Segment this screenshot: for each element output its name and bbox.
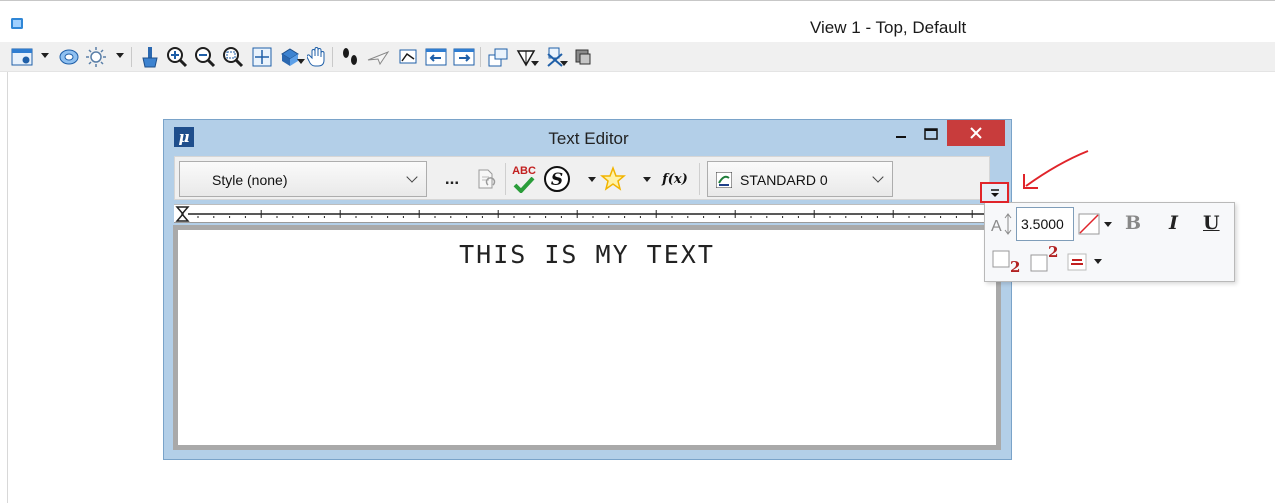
spell-check-label: ABC [512, 164, 536, 177]
clip-volume-dropdown-icon[interactable] [531, 61, 539, 66]
copy-style-icon[interactable] [471, 164, 501, 194]
view-title: View 1 - Top, Default [810, 18, 967, 37]
brightness-icon[interactable] [84, 45, 108, 69]
text-height-input[interactable]: 3.5000 [1016, 207, 1074, 241]
text-style-combo[interactable]: Style (none) [179, 161, 427, 197]
zoom-out-icon[interactable] [193, 45, 217, 69]
toolbar-separator [699, 163, 700, 195]
text-style-value: Style (none) [212, 172, 288, 188]
favorites-star-icon[interactable] [598, 164, 628, 194]
font-type-icon [716, 172, 732, 188]
subscript-digit: 2 [1010, 258, 1021, 276]
maximize-icon [924, 128, 938, 140]
toolbar-separator [480, 47, 481, 67]
svg-text:A: A [991, 218, 1002, 235]
minimize-button[interactable] [886, 120, 916, 148]
ruler-scale [175, 206, 990, 222]
clip-mask-dropdown-icon[interactable] [560, 61, 568, 66]
fly-icon[interactable] [366, 45, 390, 69]
superscript-button[interactable]: 2 [1030, 243, 1062, 275]
brightness-dropdown-icon[interactable] [116, 53, 124, 58]
text-height-icon: A [989, 211, 1013, 237]
change-view-perspective-icon[interactable] [396, 45, 420, 69]
fit-view-icon[interactable] [250, 45, 274, 69]
field-function-button[interactable]: f(x) [657, 164, 693, 194]
favorites-dropdown-icon[interactable] [643, 177, 651, 182]
close-button[interactable] [947, 120, 1005, 146]
svg-text:S: S [551, 170, 563, 190]
walk-icon[interactable] [338, 45, 362, 69]
justification-icon[interactable] [1067, 252, 1087, 272]
update-view-icon[interactable] [138, 45, 162, 69]
text-input-area[interactable]: THIS IS MY TEXT [178, 230, 996, 445]
view-toolbar [0, 42, 1275, 72]
subscript-icon [992, 250, 1010, 268]
pan-view-icon[interactable] [305, 45, 329, 69]
rotate-view-dropdown-icon[interactable] [297, 59, 305, 64]
editor-frame: THIS IS MY TEXT [173, 225, 1001, 450]
minimize-icon [896, 136, 906, 138]
view-display-icon[interactable] [571, 45, 595, 69]
symbol-dropdown-icon[interactable] [588, 177, 596, 182]
italic-button[interactable]: I [1169, 212, 1178, 234]
symbol-font-icon[interactable]: S [542, 164, 572, 194]
bold-button[interactable]: B [1125, 212, 1141, 234]
text-formatting-panel: A 3.5000 B I U 2 2 [984, 202, 1235, 282]
chevron-down-icon [406, 171, 418, 183]
view-attributes-icon[interactable] [10, 45, 34, 69]
toolbar-separator [505, 163, 506, 195]
more-styles-button[interactable]: ... [437, 164, 467, 194]
display-style-icon[interactable] [57, 45, 81, 69]
text-editor-toolbar: Style (none) ... ABC S f(x) STANDARD 0 [174, 156, 990, 200]
font-combo[interactable]: STANDARD 0 [707, 161, 893, 197]
window-area-icon[interactable] [221, 45, 245, 69]
tab-ruler[interactable] [174, 204, 994, 223]
text-color-icon[interactable] [1078, 213, 1100, 235]
expand-formatting-button[interactable] [980, 182, 1009, 203]
annotation-arrow-icon [1023, 150, 1089, 189]
checkmark-icon [513, 176, 535, 193]
maximize-button[interactable] [916, 120, 946, 148]
next-view-icon[interactable] [452, 45, 476, 69]
chevron-down-icon [872, 171, 884, 183]
view-titlebar: View 1 - Top, Default [0, 0, 1275, 42]
view-window-icon [11, 18, 23, 29]
expand-down-icon [990, 188, 999, 197]
text-color-dropdown-icon[interactable] [1104, 222, 1112, 227]
superscript-digit: 2 [1048, 243, 1059, 261]
view-attributes-dropdown-icon[interactable] [41, 53, 49, 58]
font-value: STANDARD 0 [740, 172, 828, 188]
rotate-view-icon[interactable] [278, 45, 302, 69]
text-editor-dialog: μ Text Editor Style (none) ... ABC S f(x… [163, 119, 1012, 460]
spell-check-button[interactable]: ABC [509, 164, 539, 194]
view-rotation-icon[interactable] [486, 45, 510, 69]
toolbar-separator [131, 47, 132, 67]
close-icon [970, 127, 982, 139]
editor-content-text: THIS IS MY TEXT [459, 240, 715, 269]
justification-dropdown-icon[interactable] [1094, 259, 1102, 264]
toolbar-separator [332, 47, 333, 67]
previous-view-icon[interactable] [424, 45, 448, 69]
underline-button[interactable]: U [1203, 212, 1220, 234]
subscript-button[interactable]: 2 [992, 249, 1024, 276]
zoom-in-icon[interactable] [165, 45, 189, 69]
superscript-icon [1030, 254, 1048, 272]
